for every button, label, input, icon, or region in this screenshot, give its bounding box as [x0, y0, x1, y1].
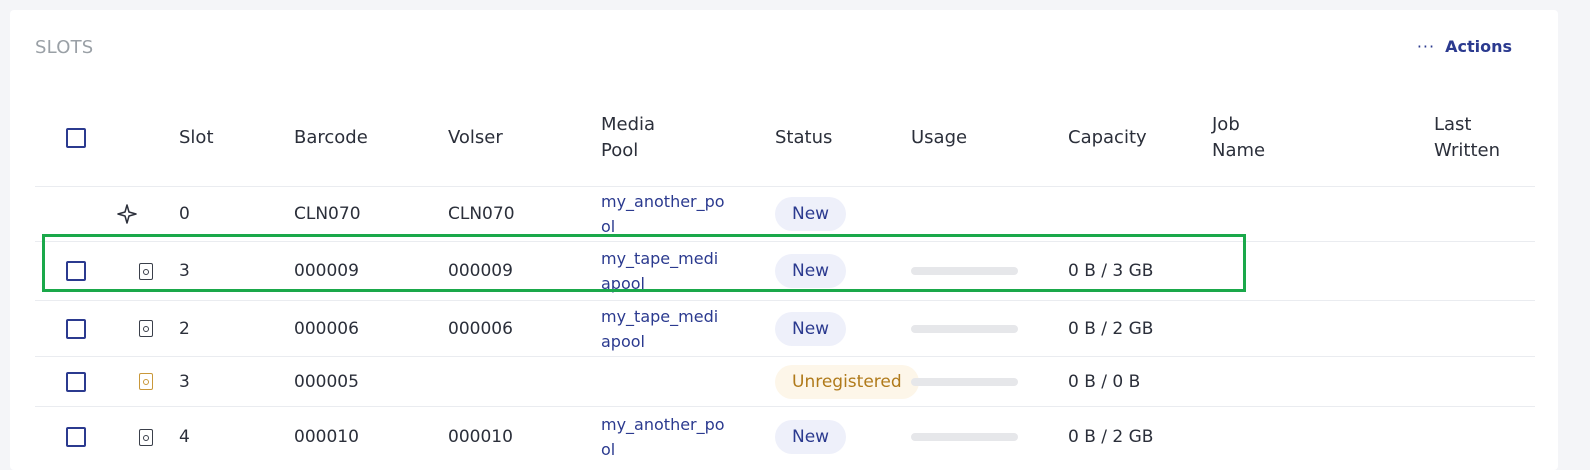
column-header-volser[interactable]: Volser	[448, 90, 601, 187]
cell-last-written	[1434, 186, 1485, 242]
cell-slot: 2	[179, 300, 294, 357]
media-pool-link[interactable]: my_another_pool	[601, 189, 726, 239]
cell-capacity	[1068, 186, 1212, 242]
cell-capacity: 0 B / 2 GB	[1068, 406, 1212, 467]
cell-slot: 3	[179, 356, 294, 407]
status-badge: New	[775, 254, 847, 288]
cell-job-name	[1212, 356, 1434, 407]
tape-warning-icon	[139, 373, 153, 390]
table-header-row: Slot Barcode Volser Media Pool Status Us…	[35, 90, 1535, 187]
row-checkbox[interactable]	[66, 261, 86, 281]
slots-table: Slot Barcode Volser Media Pool Status Us…	[35, 90, 1535, 467]
cell-barcode: 000005	[294, 356, 448, 407]
cell-capacity: 0 B / 3 GB	[1068, 241, 1212, 301]
column-header-usage[interactable]: Usage	[911, 90, 1068, 187]
cell-capacity: 0 B / 0 B	[1068, 356, 1212, 407]
usage-bar	[911, 324, 1018, 333]
row-checkbox[interactable]	[66, 427, 86, 447]
column-header-last-written[interactable]: Last Written	[1434, 90, 1500, 187]
cell-last-written	[1434, 356, 1485, 407]
usage-bar	[911, 267, 1018, 275]
column-header-slot[interactable]: Slot	[179, 90, 294, 187]
table-row[interactable]: 4 000010 000010 my_another_pool New 0 B …	[35, 406, 1535, 467]
status-badge: New	[775, 420, 847, 454]
column-header-capacity[interactable]: Capacity	[1068, 90, 1212, 187]
row-checkbox[interactable]	[66, 318, 86, 339]
media-pool-link[interactable]: my_tape_mediapool	[601, 304, 726, 354]
status-badge: Unregistered	[775, 364, 919, 399]
table-row[interactable]: 2 000006 000006 my_tape_mediapool New 0 …	[35, 300, 1535, 357]
table-row[interactable]: 0 CLN070 CLN070 my_another_pool New	[35, 186, 1535, 242]
column-header-media-pool[interactable]: Media Pool	[601, 90, 775, 187]
cell-job-name	[1212, 241, 1434, 301]
column-header-barcode[interactable]: Barcode	[294, 90, 448, 187]
cell-capacity: 0 B / 2 GB	[1068, 300, 1212, 357]
tape-icon	[139, 428, 153, 446]
cell-barcode: 000010	[294, 406, 448, 467]
status-badge: New	[775, 311, 847, 346]
cell-slot: 3	[179, 241, 294, 301]
row-checkbox[interactable]	[66, 371, 86, 392]
cell-slot: 0	[179, 186, 294, 242]
panel-title: SLOTS	[35, 37, 94, 58]
column-header-job-name[interactable]: Job Name	[1212, 90, 1434, 187]
cell-barcode: 000009	[294, 241, 448, 301]
slots-panel: SLOTS ··· Actions Slot Barcode Volser Me…	[10, 10, 1558, 470]
actions-label: Actions	[1445, 37, 1512, 56]
cell-volser: 000009	[448, 241, 601, 301]
cell-barcode: 000006	[294, 300, 448, 357]
usage-bar	[911, 377, 1018, 386]
cell-last-written	[1434, 241, 1485, 301]
tape-icon	[139, 262, 153, 280]
cell-barcode: CLN070	[294, 186, 448, 242]
actions-button[interactable]: ··· Actions	[1417, 37, 1512, 56]
status-badge: New	[775, 197, 847, 231]
sparkle-icon	[117, 204, 137, 224]
column-header-status[interactable]: Status	[775, 90, 911, 187]
cell-job-name	[1212, 406, 1434, 467]
cell-slot: 4	[179, 406, 294, 467]
cell-job-name	[1212, 300, 1434, 357]
table-row[interactable]: 3 000009 000009 my_tape_mediapool New 0 …	[35, 241, 1535, 301]
select-all-checkbox[interactable]	[66, 128, 86, 148]
cell-last-written	[1434, 300, 1485, 357]
cell-volser: 000006	[448, 300, 601, 357]
cell-last-written	[1434, 406, 1485, 467]
cell-volser	[448, 356, 601, 407]
more-horizontal-icon: ···	[1416, 37, 1436, 56]
cell-volser: CLN070	[448, 186, 601, 242]
cell-job-name	[1212, 186, 1434, 242]
table-row[interactable]: 3 000005 Unregistered 0 B / 0 B	[35, 356, 1535, 407]
media-pool-link[interactable]: my_another_pool	[601, 412, 726, 462]
usage-bar	[911, 433, 1018, 441]
cell-volser: 000010	[448, 406, 601, 467]
media-pool-link[interactable]: my_tape_mediapool	[601, 246, 726, 296]
tape-icon	[139, 320, 153, 337]
